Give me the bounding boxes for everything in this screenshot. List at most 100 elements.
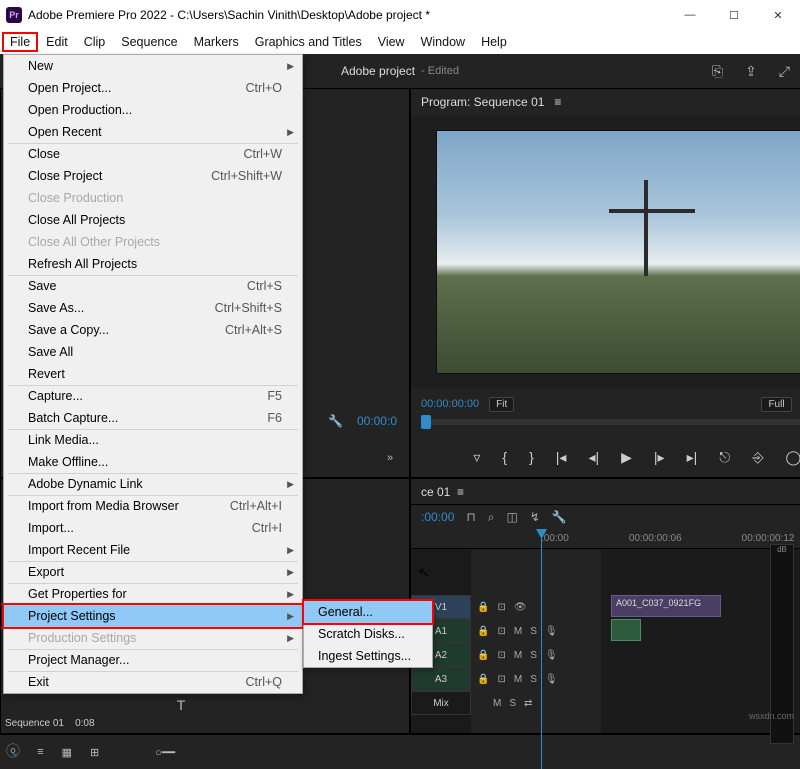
menu-clip[interactable]: Clip: [76, 32, 114, 52]
icon-view-icon[interactable]: ▦: [62, 746, 72, 759]
full-select[interactable]: Full: [761, 397, 791, 412]
type-icon[interactable]: T: [177, 697, 186, 713]
file-menu-item[interactable]: Open Project...Ctrl+O: [4, 77, 302, 99]
menu-graphics[interactable]: Graphics and Titles: [247, 32, 370, 52]
file-menu-item[interactable]: Make Offline...: [4, 451, 302, 473]
video-clip[interactable]: A001_C037_0921FG: [611, 595, 721, 617]
close-button[interactable]: ✕: [756, 0, 800, 30]
submenu-arrow-icon: ▶: [287, 127, 294, 138]
file-menu-item[interactable]: CloseCtrl+W: [4, 143, 302, 165]
program-tab[interactable]: Program: Sequence 01: [421, 95, 544, 109]
menu-item-label: Link Media...: [28, 433, 282, 447]
menu-sequence[interactable]: Sequence: [113, 32, 185, 52]
play-icon[interactable]: ▶: [621, 449, 632, 466]
file-menu-item[interactable]: Close ProjectCtrl+Shift+W: [4, 165, 302, 187]
menu-item-label: Close: [28, 147, 243, 161]
file-menu-item[interactable]: Refresh All Projects: [4, 253, 302, 275]
program-timecode[interactable]: 00:00:00:00: [421, 398, 479, 410]
sequence-name[interactable]: Sequence 01: [5, 718, 64, 729]
creative-cloud-icon[interactable]: ⓞ: [6, 741, 20, 761]
window-title: Adobe Premiere Pro 2022 - C:\Users\Sachi…: [28, 8, 668, 22]
file-menu-item[interactable]: Capture...F5: [4, 385, 302, 407]
program-scrubber[interactable]: [421, 419, 800, 425]
menu-item-label: Batch Capture...: [28, 411, 267, 425]
submenu-item[interactable]: General...: [304, 601, 432, 623]
program-video[interactable]: [436, 130, 800, 374]
menu-help[interactable]: Help: [473, 32, 515, 52]
track-header-mix[interactable]: Mix: [411, 691, 471, 715]
quick-export-icon[interactable]: ⎘: [712, 63, 723, 80]
fit-select[interactable]: Fit: [489, 397, 514, 412]
menu-item-shortcut: Ctrl+S: [247, 279, 282, 293]
track-header-a3[interactable]: A3: [411, 667, 471, 691]
ruler-tick: 00:00:00:12: [742, 533, 795, 544]
wrench-icon[interactable]: 🔧: [552, 510, 567, 524]
go-in-icon[interactable]: |◂: [556, 449, 567, 466]
fullscreen-icon[interactable]: ⤢: [779, 63, 790, 80]
menu-item-label: Save: [28, 279, 247, 293]
menu-item-shortcut: F6: [267, 411, 282, 425]
app-icon: Pr: [6, 7, 22, 23]
list-view-icon[interactable]: ≡: [37, 746, 43, 758]
menu-file[interactable]: File: [2, 32, 38, 52]
wrench-icon[interactable]: 🔧: [328, 414, 343, 428]
timeline-ruler[interactable]: :00:00 00:00:00:06 00:00:00:12 00:00:00: [411, 529, 800, 549]
audio-clip[interactable]: [611, 619, 641, 641]
extract-icon[interactable]: ⎆: [752, 449, 763, 466]
file-menu-item[interactable]: Export▶: [4, 561, 302, 583]
file-menu-item[interactable]: Save As...Ctrl+Shift+S: [4, 297, 302, 319]
file-menu-item[interactable]: Adobe Dynamic Link▶: [4, 473, 302, 495]
snap-icon[interactable]: ⊓: [466, 510, 475, 524]
export-frame-icon[interactable]: ◯: [786, 449, 800, 466]
file-menu-item[interactable]: Close All Projects: [4, 209, 302, 231]
menu-item-label: Import Recent File: [28, 543, 282, 557]
timeline-timecode[interactable]: :00:00: [421, 510, 454, 524]
linked-icon[interactable]: ⌕: [488, 510, 495, 525]
freeform-view-icon[interactable]: ⊞: [90, 746, 99, 759]
menu-edit[interactable]: Edit: [38, 32, 76, 52]
project-settings-highlight: Project Settings▶: [2, 603, 304, 629]
file-menu-item[interactable]: New▶: [4, 55, 302, 77]
file-menu-item[interactable]: Open Production...: [4, 99, 302, 121]
submenu-item[interactable]: Ingest Settings...: [304, 645, 432, 667]
file-menu-item[interactable]: Project Settings▶: [4, 605, 302, 627]
maximize-button[interactable]: ☐: [712, 0, 756, 30]
go-out-icon[interactable]: ▸|: [687, 449, 698, 466]
file-menu-item[interactable]: Link Media...: [4, 429, 302, 451]
file-menu-item[interactable]: Save All: [4, 341, 302, 363]
playhead[interactable]: [541, 529, 542, 769]
file-menu-item[interactable]: Batch Capture...F6: [4, 407, 302, 429]
step-back-icon[interactable]: ◂|: [588, 449, 599, 466]
panel-menu-icon[interactable]: ≡: [554, 95, 561, 109]
file-menu-item[interactable]: SaveCtrl+S: [4, 275, 302, 297]
in-point-icon[interactable]: {: [502, 449, 507, 465]
menu-view[interactable]: View: [370, 32, 413, 52]
timeline-tab[interactable]: ce 01: [421, 485, 450, 499]
settings-icon[interactable]: ↯: [530, 510, 540, 524]
file-menu-item[interactable]: Open Recent▶: [4, 121, 302, 143]
menu-item-shortcut: Ctrl+Alt+I: [230, 499, 282, 513]
file-menu-item[interactable]: Save a Copy...Ctrl+Alt+S: [4, 319, 302, 341]
minimize-button[interactable]: —: [668, 0, 712, 30]
marker-icon[interactable]: ▿: [473, 449, 480, 466]
file-menu-item[interactable]: Revert: [4, 363, 302, 385]
lift-icon[interactable]: ⎋: [719, 449, 730, 466]
file-menu-item[interactable]: Import from Media BrowserCtrl+Alt+I: [4, 495, 302, 517]
share-icon[interactable]: ⇪: [745, 63, 757, 80]
submenu-item[interactable]: Scratch Disks...: [304, 623, 432, 645]
menu-markers[interactable]: Markers: [186, 32, 247, 52]
project-settings-submenu: General...Scratch Disks...Ingest Setting…: [303, 600, 433, 668]
out-point-icon[interactable]: }: [529, 449, 534, 465]
file-menu-item[interactable]: ExitCtrl+Q: [4, 671, 302, 693]
file-menu-item[interactable]: Import...Ctrl+I: [4, 517, 302, 539]
zoom-slider-icon[interactable]: ○━━: [155, 746, 175, 759]
file-menu-item[interactable]: Project Manager...: [4, 649, 302, 671]
menu-item-label: Production Settings: [28, 631, 282, 645]
marker-span-icon[interactable]: ◫: [506, 510, 517, 524]
file-menu-item[interactable]: Get Properties for▶: [4, 583, 302, 605]
file-menu-item[interactable]: Import Recent File▶: [4, 539, 302, 561]
step-forward-icon[interactable]: |▸: [654, 449, 665, 466]
eff-more-icon[interactable]: »: [381, 452, 399, 464]
file-menu-item: Production Settings▶: [4, 627, 302, 649]
menu-window[interactable]: Window: [413, 32, 473, 52]
